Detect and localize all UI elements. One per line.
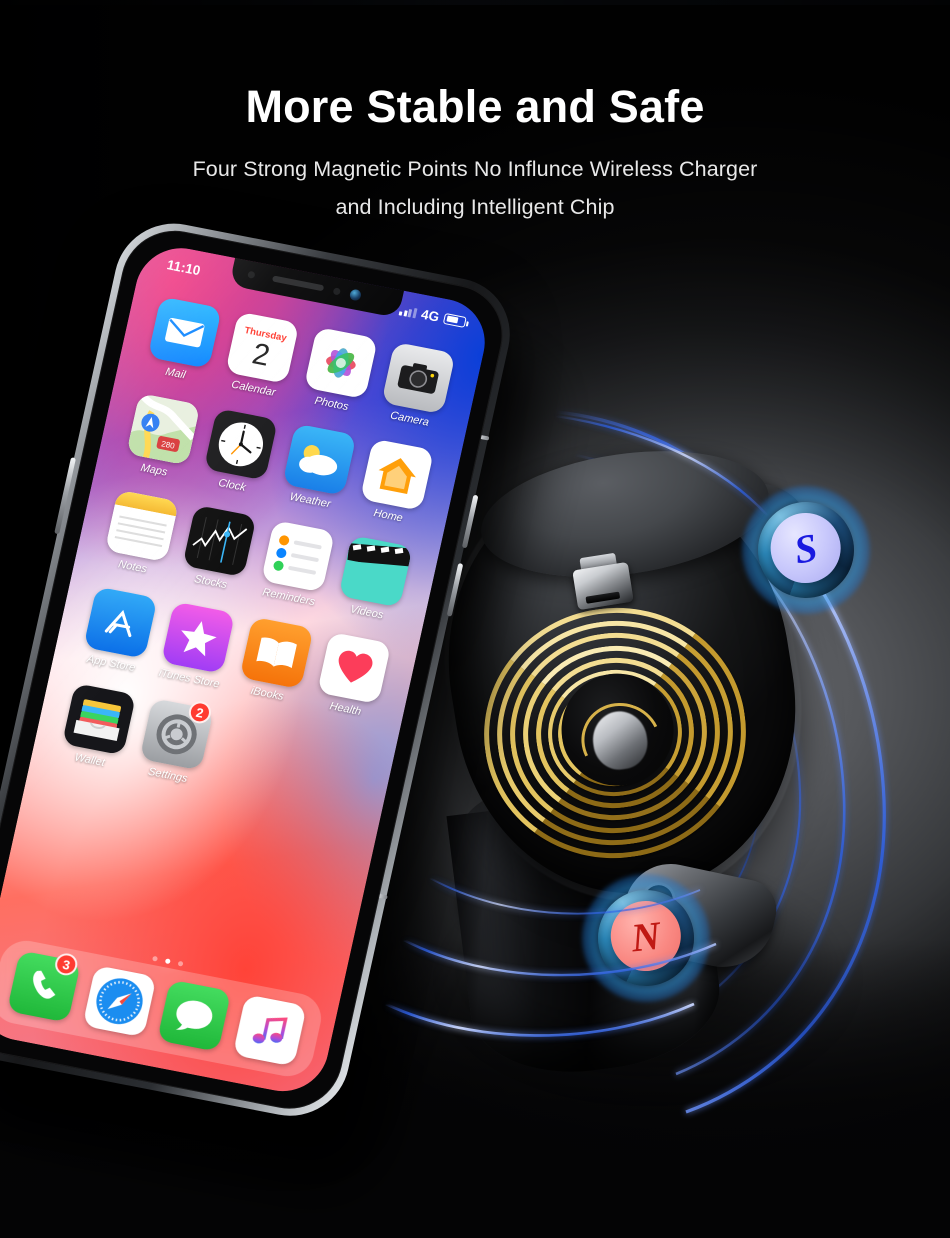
dock-icon-messages[interactable] [157, 979, 232, 1052]
app-label: Mail [164, 365, 187, 382]
app-store-icon [83, 586, 158, 659]
banner-subtitle-line-1: Four Strong Magnetic Points No Influnce … [192, 157, 758, 181]
mail-icon [147, 296, 222, 369]
dock-icon-phone[interactable]: 3 [6, 950, 82, 1023]
product-banner: S N 11:10 4G Mail Thursday 2 Calendar Ph… [0, 0, 950, 1238]
app-icon-reminders[interactable]: Reminders [256, 520, 335, 609]
network-type-label: 4G [419, 306, 441, 325]
app-icon-mail[interactable]: Mail [143, 296, 222, 385]
magnet-pole-south: S [731, 475, 881, 625]
app-icon-weather[interactable]: Weather [278, 423, 357, 512]
wallet-icon [61, 683, 136, 756]
app-icon-camera[interactable]: Camera [377, 341, 456, 431]
app-label: iBooks [249, 684, 285, 703]
app-label: Wallet [73, 751, 106, 769]
stocks-icon [182, 504, 257, 578]
notes-icon [104, 489, 179, 563]
videos-icon [338, 535, 414, 608]
app-icon-calendar[interactable]: Thursday 2 Calendar [221, 311, 300, 400]
signal-strength-icon [399, 304, 418, 318]
app-label: App Store [85, 653, 137, 675]
reminders-icon [260, 520, 335, 593]
app-label: Settings [146, 765, 189, 786]
app-label: Health [328, 700, 363, 718]
magnet-pole-north: N [575, 867, 717, 1009]
calendar-day: 2 [249, 337, 273, 373]
music-icon [232, 994, 307, 1067]
app-icon-app-store[interactable]: App Store [79, 586, 158, 675]
weather-icon [282, 423, 357, 496]
status-bar-time: 11:10 [165, 256, 202, 278]
app-label: Maps [139, 461, 169, 479]
app-label: Videos [349, 603, 385, 622]
app-icon-ibooks[interactable]: iBooks [235, 616, 314, 706]
safari-icon [82, 964, 157, 1038]
battery-icon [442, 312, 467, 328]
app-label: Home [372, 507, 404, 525]
app-label: Calendar [230, 378, 277, 399]
messages-icon [157, 979, 232, 1052]
app-icon-home[interactable]: Home [356, 438, 435, 527]
calendar-icon: Thursday 2 [225, 311, 300, 384]
app-label: Weather [288, 490, 332, 511]
app-label: Photos [313, 394, 350, 414]
app-icon-videos[interactable]: Videos [334, 535, 414, 624]
app-icon-wallet[interactable]: Wallet [57, 683, 136, 772]
app-icon-photos[interactable]: Photos [299, 326, 378, 416]
clock-icon [203, 408, 279, 481]
app-label: Clock [217, 476, 247, 494]
ibooks-icon [239, 616, 314, 690]
page-dot-active [164, 958, 171, 965]
banner-headings: More Stable and Safe Four Strong Magneti… [0, 78, 950, 226]
banner-subtitle-line-2: and Including Intelligent Chip [335, 195, 615, 219]
dock-icon-music[interactable] [232, 994, 307, 1067]
app-icon-stocks[interactable]: Stocks [178, 504, 257, 594]
app-label: Notes [117, 558, 148, 576]
maps-icon: 280 [125, 393, 201, 466]
app-icon-notes[interactable]: Notes [100, 489, 179, 579]
app-icon-itunes-store[interactable]: iTunes Store [157, 601, 236, 690]
home-icon [360, 438, 435, 511]
itunes-store-icon [161, 601, 236, 674]
health-icon [317, 631, 392, 705]
app-icon-settings[interactable]: 2 Settings [135, 698, 215, 787]
app-icon-health[interactable]: Health [313, 631, 392, 721]
camera-icon [381, 341, 456, 415]
app-icon-clock[interactable]: Clock [200, 408, 279, 497]
page-title: More Stable and Safe [245, 81, 705, 132]
app-label: Camera [389, 409, 431, 429]
app-icon-maps[interactable]: 280 Maps [122, 393, 201, 482]
page-dot [177, 960, 184, 967]
home-screen-app-grid: Mail Thursday 2 Calendar Photos Camera 2… [32, 291, 482, 822]
app-label: Stocks [193, 573, 229, 592]
page-dot [151, 955, 158, 962]
photos-icon [303, 326, 378, 400]
dock-icon-safari[interactable] [82, 964, 157, 1038]
